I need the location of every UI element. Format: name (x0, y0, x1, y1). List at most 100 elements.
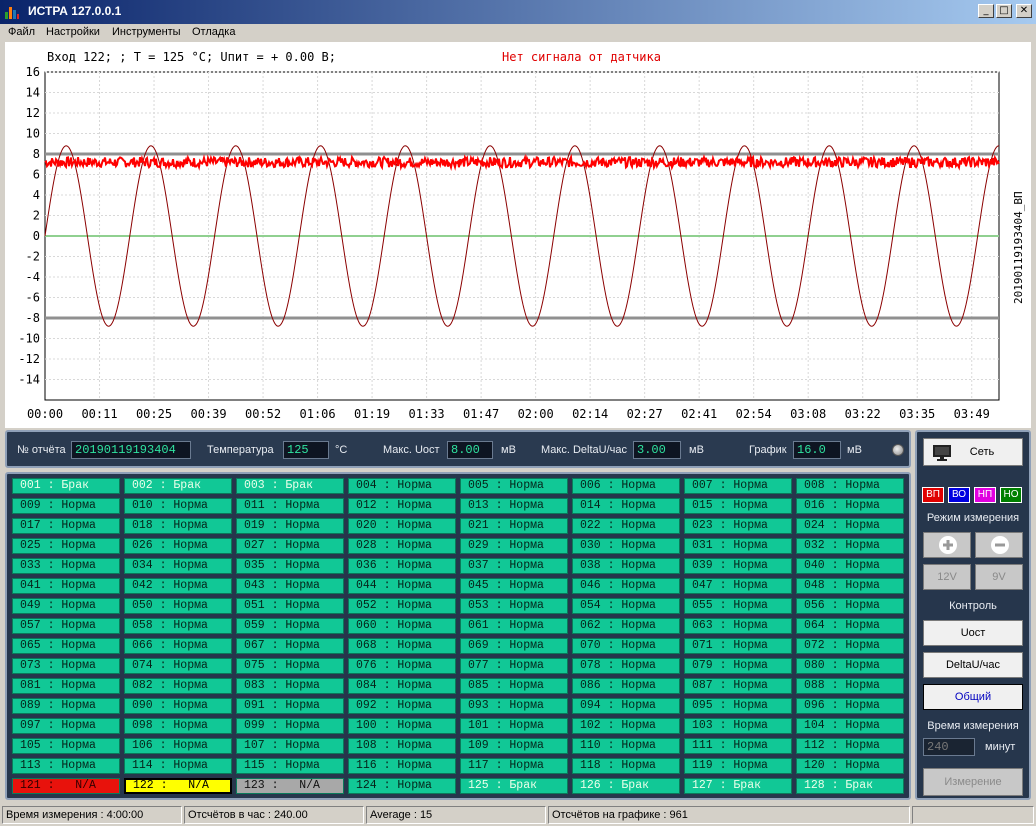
mode-vo-button[interactable]: ВО (948, 487, 970, 503)
channel-cell[interactable]: 097 : Норма (12, 718, 120, 734)
temperature-field[interactable]: 125 (283, 441, 329, 459)
channel-cell[interactable]: 016 : Норма (796, 498, 904, 514)
channel-cell[interactable]: 128 : Брак (796, 778, 904, 794)
common-button[interactable]: Общий (923, 684, 1023, 710)
channel-cell[interactable]: 090 : Норма (124, 698, 232, 714)
channel-cell[interactable]: 028 : Норма (348, 538, 456, 554)
channel-cell[interactable]: 093 : Норма (460, 698, 568, 714)
channel-cell[interactable]: 034 : Норма (124, 558, 232, 574)
maximize-button[interactable]: □ (996, 4, 1012, 18)
channel-cell[interactable]: 102 : Норма (572, 718, 680, 734)
channel-cell[interactable]: 030 : Норма (572, 538, 680, 554)
channel-cell[interactable]: 036 : Норма (348, 558, 456, 574)
channel-cell[interactable]: 050 : Норма (124, 598, 232, 614)
channel-cell[interactable]: 080 : Норма (796, 658, 904, 674)
mode-np-button[interactable]: НП (974, 487, 996, 503)
channel-cell[interactable]: 027 : Норма (236, 538, 344, 554)
channel-cell[interactable]: 008 : Норма (796, 478, 904, 494)
channel-cell[interactable]: 062 : Норма (572, 618, 680, 634)
channel-cell[interactable]: 065 : Норма (12, 638, 120, 654)
channel-cell[interactable]: 118 : Норма (572, 758, 680, 774)
channel-cell[interactable]: 061 : Норма (460, 618, 568, 634)
channel-cell[interactable]: 095 : Норма (684, 698, 792, 714)
menu-debug[interactable]: Отладка (192, 26, 235, 38)
channel-cell[interactable]: 075 : Норма (236, 658, 344, 674)
channel-cell[interactable]: 006 : Норма (572, 478, 680, 494)
channel-cell[interactable]: 098 : Норма (124, 718, 232, 734)
channel-cell[interactable]: 092 : Норма (348, 698, 456, 714)
channel-cell[interactable]: 011 : Норма (236, 498, 344, 514)
channel-cell[interactable]: 085 : Норма (460, 678, 568, 694)
menu-settings[interactable]: Настройки (46, 26, 100, 38)
channel-cell[interactable]: 107 : Норма (236, 738, 344, 754)
channel-cell[interactable]: 038 : Норма (572, 558, 680, 574)
channel-cell[interactable]: 106 : Норма (124, 738, 232, 754)
channel-cell[interactable]: 031 : Норма (684, 538, 792, 554)
channel-cell[interactable]: 067 : Норма (236, 638, 344, 654)
channel-cell[interactable]: 044 : Норма (348, 578, 456, 594)
channel-cell[interactable]: 114 : Норма (124, 758, 232, 774)
channel-cell[interactable]: 014 : Норма (572, 498, 680, 514)
minimize-button[interactable]: _ (978, 4, 994, 18)
channel-cell[interactable]: 004 : Норма (348, 478, 456, 494)
channel-cell[interactable]: 039 : Норма (684, 558, 792, 574)
channel-cell[interactable]: 073 : Норма (12, 658, 120, 674)
channel-cell[interactable]: 018 : Норма (124, 518, 232, 534)
channel-cell[interactable]: 049 : Норма (12, 598, 120, 614)
channel-cell[interactable]: 066 : Норма (124, 638, 232, 654)
channel-cell[interactable]: 094 : Норма (572, 698, 680, 714)
channel-cell[interactable]: 052 : Норма (348, 598, 456, 614)
channel-cell[interactable]: 043 : Норма (236, 578, 344, 594)
channel-cell[interactable]: 029 : Норма (460, 538, 568, 554)
channel-cell[interactable]: 099 : Норма (236, 718, 344, 734)
channel-cell[interactable]: 056 : Норма (796, 598, 904, 614)
channel-cell[interactable]: 123 : N/A (236, 778, 344, 794)
channel-cell[interactable]: 076 : Норма (348, 658, 456, 674)
channel-cell[interactable]: 124 : Норма (348, 778, 456, 794)
channel-cell[interactable]: 053 : Норма (460, 598, 568, 614)
channel-cell[interactable]: 059 : Норма (236, 618, 344, 634)
channel-cell[interactable]: 115 : Норма (236, 758, 344, 774)
graph-scale-field[interactable]: 16.0 (793, 441, 841, 459)
channel-cell[interactable]: 108 : Норма (348, 738, 456, 754)
channel-cell[interactable]: 084 : Норма (348, 678, 456, 694)
channel-cell[interactable]: 017 : Норма (12, 518, 120, 534)
channel-cell[interactable]: 096 : Норма (796, 698, 904, 714)
channel-cell[interactable]: 112 : Норма (796, 738, 904, 754)
channel-cell[interactable]: 125 : Брак (460, 778, 568, 794)
channel-cell[interactable]: 117 : Норма (460, 758, 568, 774)
channel-cell[interactable]: 064 : Норма (796, 618, 904, 634)
channel-cell[interactable]: 001 : Брак (12, 478, 120, 494)
menu-file[interactable]: Файл (8, 26, 35, 38)
channel-cell[interactable]: 020 : Норма (348, 518, 456, 534)
channel-cell[interactable]: 032 : Норма (796, 538, 904, 554)
channel-cell[interactable]: 103 : Норма (684, 718, 792, 734)
channel-cell[interactable]: 068 : Норма (348, 638, 456, 654)
9v-button[interactable]: 9V (975, 564, 1023, 590)
channel-cell[interactable]: 047 : Норма (684, 578, 792, 594)
channel-cell[interactable]: 082 : Норма (124, 678, 232, 694)
channel-cell[interactable]: 002 : Брак (124, 478, 232, 494)
channel-cell[interactable]: 069 : Норма (460, 638, 568, 654)
minus-button[interactable] (975, 532, 1023, 558)
channel-cell[interactable]: 046 : Норма (572, 578, 680, 594)
channel-cell[interactable]: 058 : Норма (124, 618, 232, 634)
menu-tools[interactable]: Инструменты (112, 26, 181, 38)
channel-cell[interactable]: 111 : Норма (684, 738, 792, 754)
network-button[interactable]: Сеть (923, 438, 1023, 466)
channel-cell[interactable]: 119 : Норма (684, 758, 792, 774)
mode-no-button[interactable]: НО (1000, 487, 1022, 503)
channel-cell[interactable]: 063 : Норма (684, 618, 792, 634)
channel-cell[interactable]: 007 : Норма (684, 478, 792, 494)
channel-cell[interactable]: 005 : Норма (460, 478, 568, 494)
channel-cell[interactable]: 104 : Норма (796, 718, 904, 734)
channel-cell[interactable]: 072 : Норма (796, 638, 904, 654)
channel-cell[interactable]: 013 : Норма (460, 498, 568, 514)
uost-button[interactable]: Uост (923, 620, 1023, 646)
channel-cell[interactable]: 089 : Норма (12, 698, 120, 714)
channel-cell[interactable]: 048 : Норма (796, 578, 904, 594)
channel-cell[interactable]: 015 : Норма (684, 498, 792, 514)
channel-cell[interactable]: 074 : Норма (124, 658, 232, 674)
channel-cell[interactable]: 009 : Норма (12, 498, 120, 514)
measure-button[interactable]: Измерение (923, 768, 1023, 796)
